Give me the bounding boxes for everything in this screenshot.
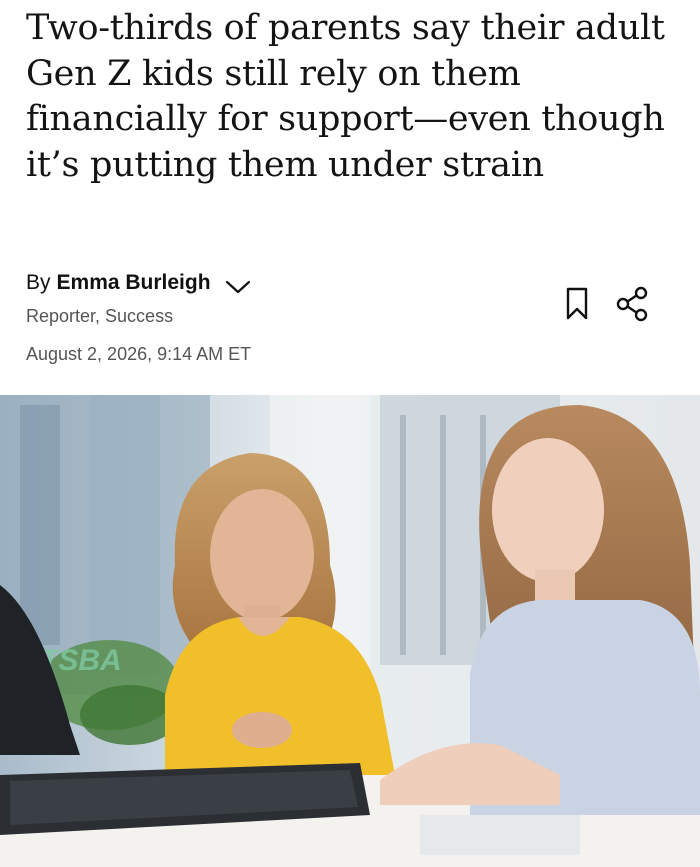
article-actions [562,285,651,323]
byline-prefix: By [26,271,51,294]
author-role: Reporter, Success [26,306,174,326]
chevron-down-icon[interactable] [225,279,251,295]
bookmark-icon[interactable] [562,285,592,323]
publish-date: August 2, 2026, 9:14 AM ET [26,344,252,364]
byline: By Emma Burleigh [26,270,251,296]
author-name[interactable]: Emma Burleigh [57,270,211,296]
article-headline: Two-thirds of parents say their adult Ge… [26,8,665,185]
hero-image: TSBA [0,395,700,867]
share-icon[interactable] [615,285,651,323]
